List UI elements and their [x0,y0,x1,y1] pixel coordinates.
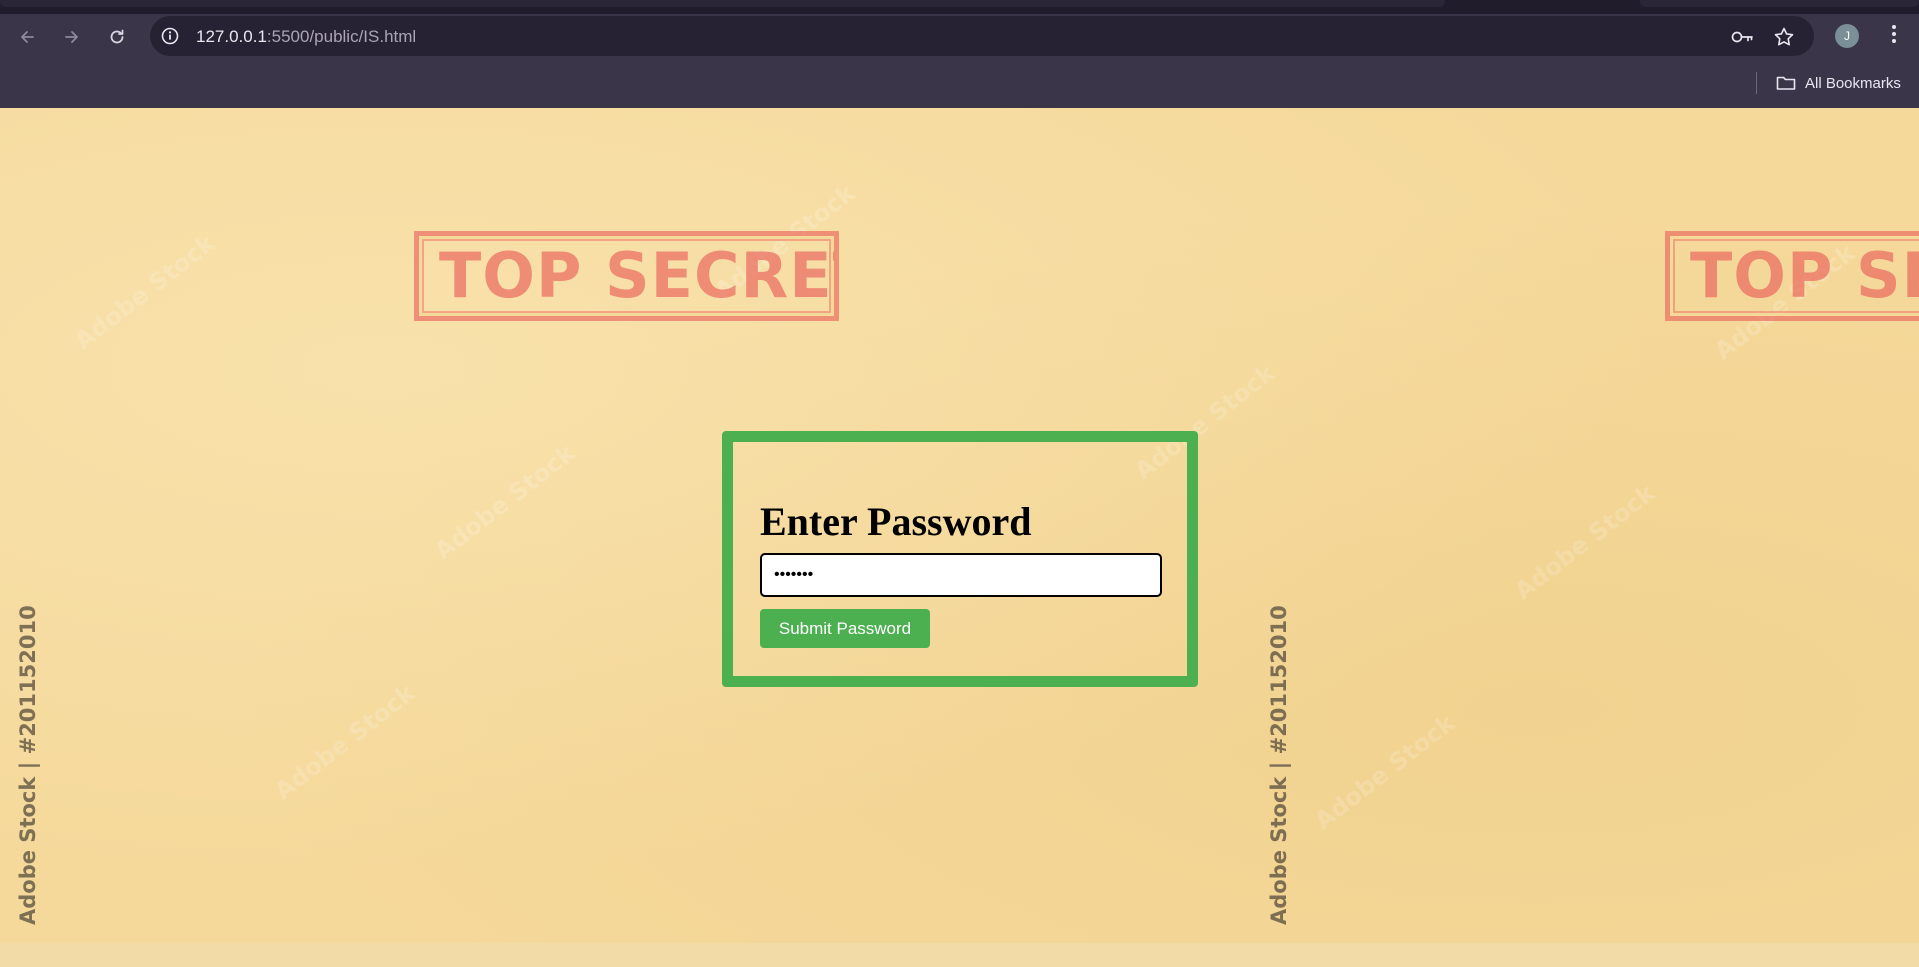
forward-button[interactable] [57,22,87,52]
url-path: :5500/public/IS.html [266,27,417,46]
folder-icon [1776,75,1796,91]
all-bookmarks-button[interactable]: All Bookmarks [1776,71,1901,95]
page-bottom-edge [0,943,1919,967]
reload-button[interactable] [102,22,132,52]
tab-strip [0,0,1919,14]
faint-watermark: Adobe Stock [1509,478,1661,606]
top-secret-stamp: TOP SECRET [414,231,839,321]
tab-inactive[interactable] [1640,0,1919,7]
submit-password-button[interactable]: Submit Password [760,609,930,648]
bookmarks-separator [1756,72,1757,94]
faint-watermark: Adobe Stock [269,678,421,806]
arrow-left-icon [17,27,37,47]
faint-watermark: Adobe Stock [429,438,581,566]
faint-watermark: Adobe Stock [1309,708,1461,836]
password-form-container: Enter Password Submit Password [722,431,1198,687]
address-bar[interactable]: 127.0.0.1:5500/public/IS.html [150,16,1814,56]
reload-icon [107,27,127,47]
top-secret-stamp-partial: TOP SEC [1665,231,1919,321]
all-bookmarks-label: All Bookmarks [1805,74,1901,92]
site-info-icon[interactable] [160,26,180,46]
arrow-right-icon [62,27,82,47]
url-host: 127.0.0.1 [196,27,267,46]
url-text[interactable]: 127.0.0.1:5500/public/IS.html [196,27,416,47]
tab-inactive[interactable] [0,0,1445,7]
profile-avatar[interactable]: J [1835,24,1859,48]
password-input[interactable] [760,553,1162,597]
back-button[interactable] [12,22,42,52]
more-vertical-icon [1891,24,1897,49]
password-key-icon[interactable] [1731,25,1755,49]
stock-watermark: Adobe Stock | #201152010 [16,605,40,925]
browser-window: 127.0.0.1:5500/public/IS.html J All Book… [0,0,1919,967]
bookmarks-bar [0,58,1919,108]
browser-menu-button[interactable] [1880,22,1908,50]
stock-watermark: Adobe Stock | #201152010 [1267,605,1291,925]
bookmark-star-icon[interactable] [1772,25,1796,49]
faint-watermark: Adobe Stock [69,228,221,356]
password-heading: Enter Password [760,499,1032,544]
